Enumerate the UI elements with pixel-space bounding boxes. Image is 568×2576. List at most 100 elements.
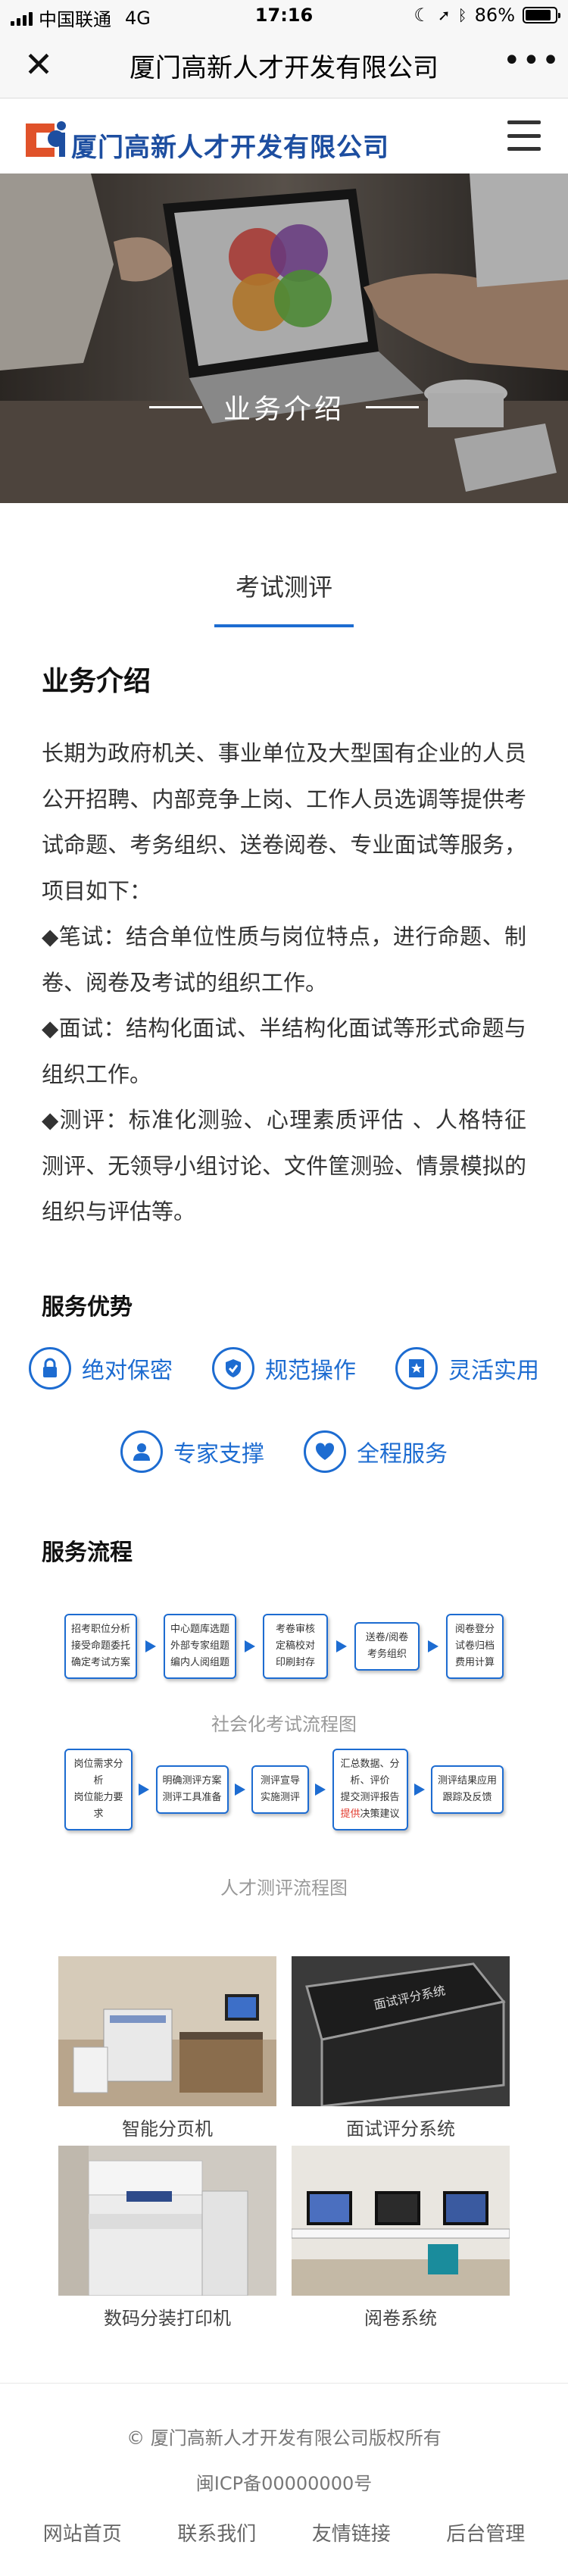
flow-highlight: 提供 <box>340 1809 360 1820</box>
flow-arrow-icon <box>427 1640 438 1652</box>
logo[interactable]: 厦门高新人才开发有限公司 <box>21 113 389 164</box>
tab-active-underline <box>214 624 354 627</box>
exam-flow-step: 阅卷登分 试卷归档 费用计算 <box>446 1614 504 1679</box>
assessment-flow-step: 明确测评方案 测评工具准备 <box>155 1765 229 1814</box>
advantages-heading: 服务优势 <box>42 1294 133 1321</box>
flow-box-line: 定稿校对 <box>275 1640 315 1652</box>
advantage-item: 规范操作 <box>212 1347 356 1390</box>
flow-box-line: 测评结果应用 <box>437 1775 497 1787</box>
flow-arrow-icon <box>234 1784 245 1796</box>
assessment-flow-step: 岗位需求分析 岗位能力要求 <box>64 1749 133 1830</box>
assessment-flow-step: 测评宣导 实施测评 <box>251 1765 309 1814</box>
intro-heading: 业务介绍 <box>42 666 151 697</box>
footer-nav: 网站首页 联系我们 友情链接 后台管理 <box>0 2518 568 2546</box>
gallery-caption: 数码分装打印机 <box>104 2308 231 2329</box>
intro-paragraph: ◆面试：结构化面试、半结构化面试等形式命题与组织工作。 <box>42 1015 526 1087</box>
footer-link-friends[interactable]: 友情链接 <box>312 2518 391 2546</box>
exam-flow-row: 招考职位分析 接受命题委托 确定考试方案 中心题库选题 外部专家组题 编内人阅组题 考卷审核… <box>64 1614 504 1679</box>
battery-icon <box>523 7 560 23</box>
tab-bar: 考试测评 <box>0 503 568 632</box>
flow-box-line: 费用计算 <box>454 1657 495 1668</box>
assessment-flow-step: 汇总数据、分 析、评价 提交测评报告 提供决策建议 <box>332 1749 408 1830</box>
flow-arrow-icon <box>414 1784 425 1796</box>
footer-link-contact[interactable]: 联系我们 <box>177 2518 256 2546</box>
site-header: 厦门高新人才开发有限公司 <box>0 99 568 174</box>
exam-flow-diagram: 招考职位分析 接受命题委托 确定考试方案 中心题库选题 外部专家组题 编内人阅组题 考卷审核… <box>64 1614 504 1679</box>
intro-paragraph: ◆笔试：结合单位性质与岗位特点，进行命题、制卷、阅卷及考试的组织工作。 <box>42 924 526 996</box>
advantage-item: 全程服务 <box>304 1430 448 1473</box>
footer: © 厦门高新人才开发有限公司版权所有 闽ICP备00000000号 网站首页 联… <box>0 2383 568 2576</box>
flow-box-line: 测评宣导 <box>260 1775 300 1787</box>
advantage-label: 规范操作 <box>265 1358 356 1384</box>
assessment-flow-row: 岗位需求分析 岗位能力要求 明确测评方案 测评工具准备 测评宣导 实施测评 汇总数据、分 析、… <box>64 1749 504 1830</box>
intro-paragraph: 长期为政府机关、事业单位及大型国有企业的人员公开招聘、内部竞争上岗、工作人员选调… <box>42 740 526 904</box>
bluetooth-icon: ᛒ <box>457 6 467 24</box>
advantage-item: 灵活实用 <box>395 1347 539 1390</box>
tab-exam-assessment[interactable]: 考试测评 <box>0 568 568 603</box>
footer-copyright: © 厦门高新人才开发有限公司版权所有 <box>126 2428 442 2449</box>
logo-mark-icon <box>21 116 70 161</box>
exam-flow-step: 中心题库选题 外部专家组题 编内人阅组题 <box>164 1614 236 1679</box>
banner-title-line-left <box>148 405 202 408</box>
flow-box-line: 测评工具准备 <box>162 1792 222 1803</box>
page-title: 厦门高新人才开发有限公司 <box>130 53 438 83</box>
footer-link-home[interactable]: 网站首页 <box>43 2518 122 2546</box>
advantages-row-2: 专家支撑 全程服务 <box>0 1430 568 1473</box>
banner-title-text: 业务介绍 <box>223 394 345 425</box>
flow-box-line: 考卷审核 <box>275 1624 315 1635</box>
flow-box-line: 析、评价 <box>350 1775 390 1787</box>
gallery-photo: 面试评分系统 <box>292 1956 510 2106</box>
banner-photo <box>0 174 568 503</box>
gallery-caption: 阅卷系统 <box>364 2308 437 2329</box>
hamburger-icon[interactable] <box>507 120 541 151</box>
title-bar: ✕ 厦门高新人才开发有限公司 ••• <box>0 30 568 98</box>
equipment-gallery: 智能分页机 面试评分系统 面试评分系统 数码分装打印机 阅卷系统 <box>58 1956 510 2335</box>
advantage-item: 专家支撑 <box>120 1430 264 1473</box>
assessment-flow-diagram: 岗位需求分析 岗位能力要求 明确测评方案 测评工具准备 测评宣导 实施测评 汇总数据、分 析、… <box>64 1749 504 1830</box>
banner: 业务介绍 <box>0 174 568 503</box>
gallery-photo <box>58 2146 276 2296</box>
flow-box-line: 汇总数据、分 <box>340 1758 400 1770</box>
flow-box-line: 岗位能力要求 <box>73 1792 123 1820</box>
gallery-item[interactable]: 阅卷系统 <box>292 2146 510 2335</box>
advantages-row-1: 绝对保密 规范操作 灵活实用 <box>0 1347 568 1390</box>
gallery-item[interactable]: 面试评分系统 面试评分系统 <box>292 1956 510 2146</box>
gallery-item[interactable]: 数码分装打印机 <box>58 2146 276 2335</box>
exam-flow-step: 招考职位分析 接受命题委托 确定考试方案 <box>64 1614 137 1679</box>
gallery-caption: 智能分页机 <box>122 2118 213 2140</box>
lock-icon <box>29 1347 71 1390</box>
flow-box-line: 明确测评方案 <box>162 1775 222 1787</box>
footer-link-admin[interactable]: 后台管理 <box>446 2518 525 2546</box>
close-icon[interactable]: ✕ <box>20 45 58 83</box>
gallery-caption: 面试评分系统 <box>346 2118 455 2140</box>
user-icon <box>120 1430 163 1473</box>
status-bar: 中国联通 4G 17:16 ☾ ➚ ᛒ 86% <box>0 0 568 30</box>
logo-text: 厦门高新人才开发有限公司 <box>71 133 389 163</box>
process-heading: 服务流程 <box>42 1540 133 1566</box>
advantage-label: 专家支撑 <box>173 1441 264 1468</box>
battery-fill <box>526 10 551 20</box>
flow-arrow-icon <box>139 1784 150 1796</box>
flow-box-line: 考务组织 <box>367 1649 407 1660</box>
flow-box-line: 编内人阅组题 <box>170 1657 229 1668</box>
battery-percent: 86% <box>474 5 515 26</box>
advantage-item: 绝对保密 <box>29 1347 173 1390</box>
location-arrow-icon: ➚ <box>437 6 451 24</box>
badge-star-icon <box>395 1347 438 1390</box>
advantage-label: 灵活实用 <box>448 1358 539 1384</box>
flow-box-line: 提交测评报告 <box>340 1792 400 1803</box>
flow-box-line: 实施测评 <box>260 1792 300 1803</box>
heart-icon <box>304 1430 346 1473</box>
footer-icp[interactable]: 闽ICP备00000000号 <box>0 2468 568 2495</box>
shield-check-icon <box>212 1347 254 1390</box>
gallery-item[interactable]: 智能分页机 <box>58 1956 276 2146</box>
flow-arrow-icon <box>315 1784 326 1796</box>
flow-box-line: 接受命题委托 <box>70 1640 130 1652</box>
exam-flow-step: 送卷/阅卷 考务组织 <box>354 1622 420 1671</box>
assessment-flow-caption: 人才测评流程图 <box>220 1877 348 1899</box>
intro-paragraph: ◆测评：标准化测验、心理素质评估 、人格特征测评、无领导小组讨论、文件筐测验、情… <box>42 1107 526 1224</box>
gallery-photo <box>58 1956 276 2106</box>
flow-box-line: 中心题库选题 <box>170 1624 229 1635</box>
more-icon[interactable]: ••• <box>503 45 560 83</box>
flow-box-line: 跟踪及反馈 <box>442 1792 492 1803</box>
